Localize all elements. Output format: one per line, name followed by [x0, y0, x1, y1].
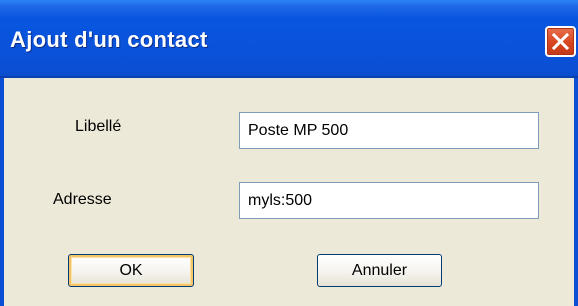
adresse-input[interactable]	[239, 182, 539, 219]
window-frame-left	[0, 78, 4, 306]
libelle-label: Libellé	[75, 118, 122, 135]
dialog-window: Ajout d'un contact Libellé Adresse OK An…	[0, 0, 578, 306]
title-bar[interactable]: Ajout d'un contact	[0, 0, 578, 78]
adresse-label: Adresse	[53, 191, 112, 208]
dialog-title: Ajout d'un contact	[10, 27, 208, 52]
window-frame-right[interactable]	[574, 78, 578, 306]
ok-button[interactable]: OK	[68, 254, 194, 287]
libelle-input[interactable]	[239, 112, 539, 149]
cancel-button[interactable]: Annuler	[317, 254, 442, 287]
close-button[interactable]	[545, 26, 576, 57]
close-icon	[552, 33, 569, 50]
